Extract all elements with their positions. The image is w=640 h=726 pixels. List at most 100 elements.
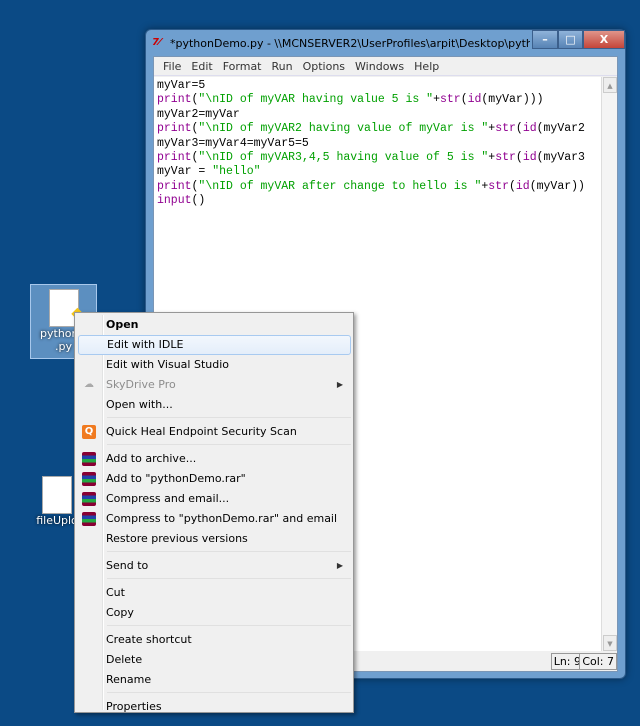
menu-item-add-to-pythondemo-rar[interactable]: Add to "pythonDemo.rar" (78, 469, 351, 489)
code-token: "\nID of myVAR3,4,5 having value of 5 is… (198, 150, 489, 164)
menu-windows[interactable]: Windows (350, 57, 409, 75)
menu-item-properties[interactable]: Properties (78, 697, 351, 717)
code-token: ( (515, 122, 523, 136)
menu-item-label: Compress to "pythonDemo.rar" and email (106, 512, 338, 525)
menu-options[interactable]: Options (298, 57, 350, 75)
menu-item-delete[interactable]: Delete (78, 650, 351, 670)
code-token: id (522, 150, 537, 164)
code-token: str (495, 122, 516, 136)
menu-item-add-to-archive[interactable]: Add to archive... (78, 449, 351, 469)
menu-item-label: Cut (106, 586, 125, 599)
vertical-scrollbar[interactable]: ▲ ▼ (601, 77, 617, 651)
minimize-button[interactable]: – (532, 30, 558, 49)
menu-item-restore-previous-versions[interactable]: Restore previous versions (78, 529, 351, 549)
code-token: print (157, 122, 192, 136)
code-token: print (157, 179, 192, 193)
maximize-button[interactable]: □ (558, 30, 583, 49)
code-token: print (157, 150, 192, 164)
menu-item-label: Create shortcut (106, 633, 192, 646)
close-button[interactable]: X (583, 30, 625, 49)
menu-item-open-with[interactable]: Open with... (78, 395, 351, 415)
code-token: "hello" (212, 165, 261, 179)
code-line: print ( "\nID of myVAR3,4,5 having value o… (157, 151, 598, 165)
code-line: print ( "\nID of myVAR2 having value of my… (157, 122, 598, 136)
menu-item-label: SkyDrive Pro (106, 378, 176, 391)
code-token: ( (460, 93, 468, 107)
code-line: myVar = "hello" (157, 165, 598, 179)
code-line: print ( "\nID of myVAR having value 5 is "… (157, 93, 598, 107)
code-token: + (433, 93, 440, 107)
menu-item-open[interactable]: Open (78, 315, 351, 335)
code-token: print (157, 93, 192, 107)
code-token: id (522, 122, 537, 136)
context-menu: Open Edit with IDLE Edit with Visual Studi… (74, 312, 354, 713)
idle-feather-icon: 7⁄ (152, 37, 161, 48)
code-token: id (515, 179, 530, 193)
menu-item-edit-with-idle[interactable]: Edit with IDLE (78, 335, 351, 355)
menu-item-label: Send to (106, 559, 149, 572)
code-token: str (488, 179, 509, 193)
menu-item-label: Rename (106, 673, 152, 686)
code-line: input() (157, 194, 598, 208)
code-token: ( (515, 150, 523, 164)
code-token: () (191, 194, 206, 208)
menu-item-send-to[interactable]: Send to ▶ (78, 556, 351, 576)
scroll-up-icon[interactable]: ▲ (603, 77, 617, 93)
code-token: input (157, 194, 192, 208)
cloud-icon: ☁ (84, 379, 94, 390)
text-file-icon (42, 476, 72, 514)
menu-item-create-shortcut[interactable]: Create shortcut (78, 630, 351, 650)
code-token: myVar = (157, 165, 213, 179)
menu-bar: File Edit Format Run Options Windows Help (154, 57, 617, 76)
code-token: str (439, 93, 461, 107)
submenu-arrow-icon: ▶ (336, 561, 343, 570)
menu-run[interactable]: Run (267, 57, 298, 75)
menu-item-quick-heal-endpoint-security-scan[interactable]: Q Quick Heal Endpoint Security Scan (78, 422, 351, 442)
menu-item-label: Edit with Visual Studio (106, 358, 230, 371)
winrar-icon (82, 452, 96, 466)
code-token: str (495, 150, 516, 164)
menu-item-skydrive-pro[interactable]: ☁ SkyDrive Pro ▶ (78, 375, 351, 395)
menu-item-copy[interactable]: Copy (78, 603, 351, 623)
code-token: (myVar2 (536, 122, 585, 136)
menu-item-label: Add to archive... (106, 452, 197, 465)
code-token: myVar=5 (157, 79, 206, 92)
code-token: myVar3=myVar4=myVar5=5 (157, 136, 309, 150)
scroll-down-icon[interactable]: ▼ (603, 635, 617, 651)
column-indicator: Col: 7 (579, 653, 617, 670)
code-token: (myVar3 (536, 150, 585, 164)
code-line: myVar=5 (157, 79, 598, 93)
menu-item-edit-with-visual-studio[interactable]: Edit with Visual Studio (78, 355, 351, 375)
menu-file[interactable]: File (158, 57, 186, 75)
menu-item-label: Delete (106, 653, 143, 666)
winrar-icon (82, 492, 96, 506)
code-line: print ( "\nID of myVAR after change to hel… (157, 180, 598, 194)
code-token: "\nID of myVAR having value 5 is " (198, 93, 434, 107)
winrar-icon (82, 512, 96, 526)
menu-format[interactable]: Format (218, 57, 267, 75)
menu-item-rename[interactable]: Rename (78, 670, 351, 690)
code-token: "\nID of myVAR2 having value of myVar is… (198, 122, 489, 136)
code-token: "\nID of myVAR after change to hello is … (198, 179, 482, 193)
menu-item-label: Add to "pythonDemo.rar" (106, 472, 246, 485)
winrar-icon (82, 472, 96, 486)
code-token: ( (509, 179, 516, 193)
code-line: myVar2=myVar (157, 108, 598, 122)
submenu-arrow-icon: ▶ (336, 380, 343, 389)
code-line: myVar3=myVar4=myVar5=5 (157, 137, 598, 151)
menu-item-label: Restore previous versions (106, 532, 248, 545)
code-token: myVar2=myVar (157, 107, 240, 121)
title-bar[interactable]: 7⁄ *pythonDemo.py - \\MCNSERVER2\UserPro… (146, 30, 625, 56)
code-token: (myVar)) (529, 179, 585, 193)
menu-edit[interactable]: Edit (186, 57, 217, 75)
menu-help[interactable]: Help (409, 57, 444, 75)
menu-item-label: Compress and email... (106, 492, 230, 505)
menu-item-compress-and-email[interactable]: Compress and email... (78, 489, 351, 509)
code-token: (myVar))) (481, 93, 544, 107)
menu-item-label: Quick Heal Endpoint Security Scan (106, 425, 297, 438)
menu-item-compress-to-pythondemo-rar-and-email[interactable]: Compress to "pythonDemo.rar" and email (78, 509, 351, 529)
menu-item-label: Copy (106, 606, 134, 619)
code-token: id (467, 93, 482, 107)
menu-item-label: Open with... (106, 398, 173, 411)
menu-item-cut[interactable]: Cut (78, 583, 351, 603)
